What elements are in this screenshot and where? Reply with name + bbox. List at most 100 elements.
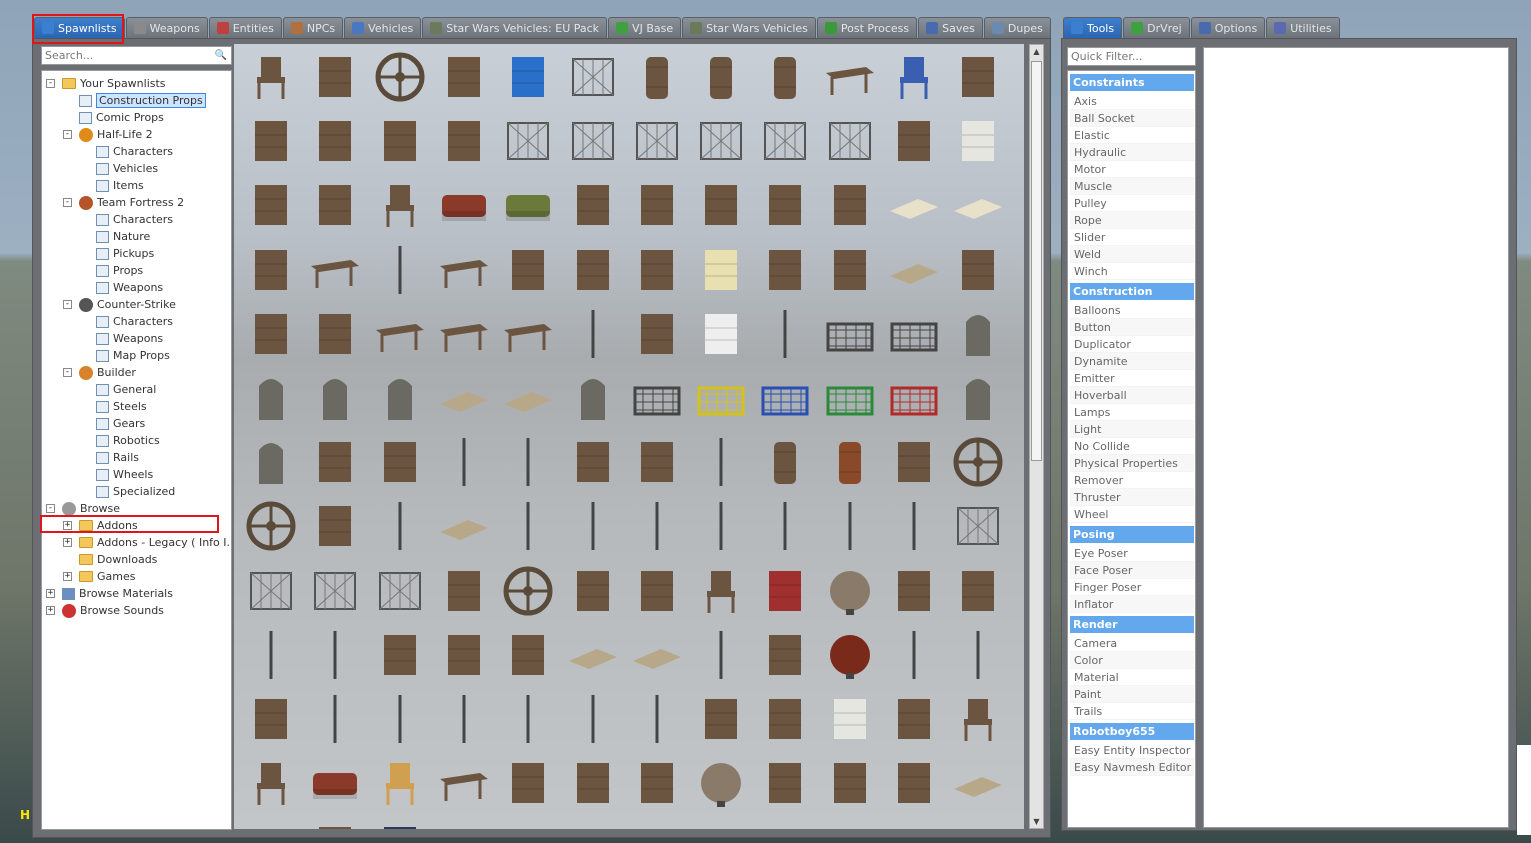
prop-icon-sink[interactable] [240,303,302,365]
tool-item-face-poser[interactable]: Face Poser [1070,562,1194,579]
tree-node-pickups[interactable]: Pickups [96,245,154,262]
prop-icon-cupboard[interactable] [562,239,624,301]
prop-icon-toilet[interactable] [626,303,688,365]
prop-icon-pole[interactable] [690,495,752,557]
tab-vj-base[interactable]: VJ Base [608,17,682,38]
tool-item-ball-socket[interactable]: Ball Socket [1070,110,1194,127]
prop-icon-pole[interactable] [369,239,431,301]
tool-item-no-collide[interactable]: No Collide [1070,438,1194,455]
prop-icon-gravestone[interactable] [369,367,431,429]
tree-node-half-life-2[interactable]: Half-Life 2 [79,126,153,143]
prop-icon-bench[interactable] [819,46,881,108]
prop-icon-pole[interactable] [947,624,1009,686]
prop-icon-stairs[interactable] [947,560,1009,622]
prop-icon-pole[interactable] [690,624,752,686]
tool-category-construction[interactable]: Construction [1070,283,1194,300]
prop-icon-gear[interactable] [240,495,302,557]
prop-icon-office-chair[interactable] [690,560,752,622]
tree-node-vehicles[interactable]: Vehicles [96,160,158,177]
quick-filter-input[interactable]: Quick Filter... [1067,47,1196,66]
tool-item-weld[interactable]: Weld [1070,246,1194,263]
prop-icon-blue-barrel[interactable] [497,46,559,108]
prop-icon-chair-blue[interactable] [883,46,945,108]
tree-node-addons-legacy-info-i[interactable]: Addons - Legacy ( Info I... [79,534,231,551]
prop-icon-cage-yellow[interactable] [690,367,752,429]
prop-icon-chest[interactable] [754,560,816,622]
tree-node-nature[interactable]: Nature [96,228,150,245]
prop-icon-mattress[interactable] [240,816,302,829]
prop-icon-chair[interactable] [240,752,302,814]
prop-icon-gear[interactable] [947,431,1009,493]
prop-icon-fence[interactable] [626,110,688,172]
prop-icon-plank[interactable] [883,239,945,301]
prop-icon-helmet[interactable] [433,624,495,686]
prop-icon-pole[interactable] [562,303,624,365]
tool-item-camera[interactable]: Camera [1070,635,1194,652]
tree-node-games[interactable]: Games [79,568,135,585]
prop-icon-pole[interactable] [883,624,945,686]
prop-icon-pole[interactable] [562,688,624,750]
tab-tools[interactable]: Tools [1063,17,1123,38]
tree-node-comic-props[interactable]: Comic Props [79,109,164,126]
prop-icon-barrel-rust[interactable] [819,431,881,493]
prop-icon-tree[interactable] [754,688,816,750]
tree-node-specialized[interactable]: Specialized [96,483,175,500]
prop-icon-cage-green[interactable] [819,367,881,429]
prop-icon-plank[interactable] [433,495,495,557]
prop-icon-fridge[interactable] [690,239,752,301]
prop-icon-drawer[interactable] [754,174,816,236]
tool-item-rope[interactable]: Rope [1070,212,1194,229]
tool-item-motor[interactable]: Motor [1070,161,1194,178]
tree-toggle-expand-icon[interactable]: + [46,589,55,598]
prop-icon-cage-blue[interactable] [754,367,816,429]
prop-icon-plank[interactable] [947,752,1009,814]
prop-icon-pole[interactable] [626,495,688,557]
tool-item-hoverball[interactable]: Hoverball [1070,387,1194,404]
tree-node-characters[interactable]: Characters [96,211,173,228]
tool-item-balloons[interactable]: Balloons [1070,302,1194,319]
prop-icon-dresser[interactable] [626,174,688,236]
prop-grid-scrollbar[interactable]: ▲ ▼ [1029,44,1044,829]
tree-toggle-collapse-icon[interactable]: - [63,198,72,207]
prop-icon-sign-plate[interactable] [433,46,495,108]
tree-node-wheels[interactable]: Wheels [96,466,153,483]
prop-icon-pole[interactable] [240,624,302,686]
prop-icon-mattress[interactable] [883,174,945,236]
tool-item-easy-navmesh-editor[interactable]: Easy Navmesh Editor [1070,759,1194,776]
prop-icon-pole[interactable] [497,495,559,557]
prop-icon-locker[interactable] [690,688,752,750]
tree-toggle-collapse-icon[interactable]: - [63,300,72,309]
prop-icon-bone[interactable] [240,688,302,750]
prop-icon-lamp-post[interactable] [947,46,1009,108]
prop-icon-concrete-barrier[interactable] [240,110,302,172]
tab-post-process[interactable]: Post Process [816,17,918,38]
prop-icon-sofa-green[interactable] [497,174,559,236]
prop-icon-barrel[interactable] [754,431,816,493]
prop-icon-chair[interactable] [947,688,1009,750]
tab-options[interactable]: Options [1190,17,1266,38]
prop-icon-sofa[interactable] [433,174,495,236]
tree-node-map-props[interactable]: Map Props [96,347,170,364]
tool-item-elastic[interactable]: Elastic [1070,127,1194,144]
tool-item-duplicator[interactable]: Duplicator [1070,336,1194,353]
prop-icon-display-case[interactable] [304,110,366,172]
tree-node-general[interactable]: General [96,381,156,398]
tool-item-lamps[interactable]: Lamps [1070,404,1194,421]
prop-icon-desk[interactable] [433,752,495,814]
prop-icon-lockers[interactable] [369,431,431,493]
prop-icon-slab[interactable] [497,367,559,429]
prop-icon-bomb[interactable] [819,624,881,686]
prop-icon-pole[interactable] [304,624,366,686]
prop-icon-frame[interactable] [883,560,945,622]
prop-icon-radiator[interactable] [819,752,881,814]
tree-node-downloads[interactable]: Downloads [79,551,157,568]
prop-icon-bookcase[interactable] [883,752,945,814]
tool-item-remover[interactable]: Remover [1070,472,1194,489]
prop-icon-door[interactable] [369,110,431,172]
prop-icon-door-frame[interactable] [883,688,945,750]
prop-icon-pipe[interactable] [562,431,624,493]
tab-npcs[interactable]: NPCs [282,17,344,38]
tool-item-winch[interactable]: Winch [1070,263,1194,280]
tool-item-material[interactable]: Material [1070,669,1194,686]
prop-icon-pole[interactable] [369,688,431,750]
